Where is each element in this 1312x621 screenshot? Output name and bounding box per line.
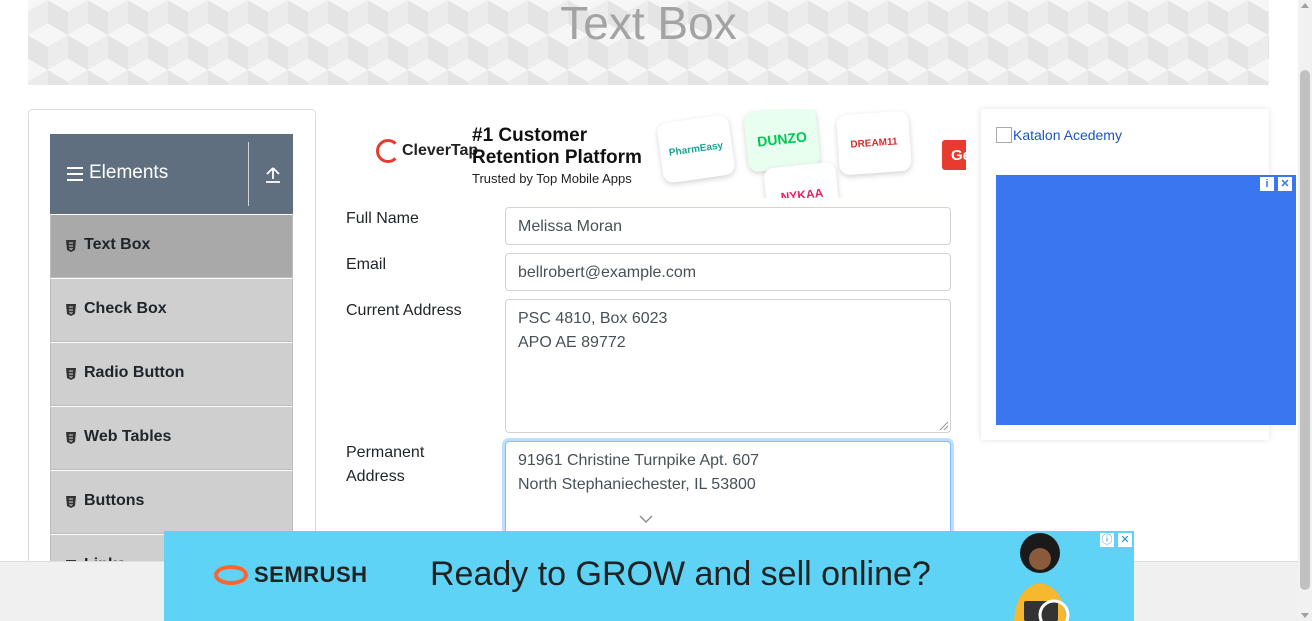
sidebar-item-check-box[interactable]: Check Box [50, 278, 293, 342]
sidebar-menu: Text Box Check Box Radio Button Web Tabl… [50, 214, 293, 578]
current-address-line-1: PSC 4810, Box 6023 [518, 310, 668, 327]
elements-group-header[interactable]: Elements [50, 134, 293, 214]
sidebar-item-label: Check Box [84, 300, 167, 317]
semrush-ad-banner[interactable]: SEMRUSH Ready to GROW and sell online? ⓘ… [164, 531, 1134, 621]
header-divider [248, 142, 249, 206]
semrush-logo: SEMRUSH [214, 562, 368, 588]
permanent-address-line-2: North Stephaniechester, IL 53800 [518, 476, 756, 493]
full-name-input[interactable]: Melissa Moran [505, 207, 951, 245]
sidebar-item-buttons[interactable]: Buttons [50, 470, 293, 534]
blue-ad-slot[interactable]: i ✕ [996, 175, 1296, 425]
page: Text Box Elements Text Box Check Box Rad… [0, 0, 1312, 621]
semrush-flame-icon [214, 565, 248, 585]
clevertap-logo: CleverTap [376, 139, 478, 163]
pharmeasy-tile: PharmEasy [656, 114, 736, 184]
sidebar-item-label: Text Box [84, 236, 151, 253]
clevertap-c-icon [376, 139, 400, 163]
email-label: Email [346, 256, 387, 273]
html5-shield-icon [66, 304, 76, 316]
permanent-address-label: Permanent Address [346, 444, 425, 485]
ad-close-icon[interactable]: ✕ [1118, 533, 1132, 547]
ad-subline: Trusted by Top Mobile Apps [472, 171, 632, 186]
html5-shield-icon [66, 368, 76, 380]
clevertap-ad-banner[interactable]: CleverTap #1 Customer Retention Platform… [346, 109, 966, 198]
sidebar-item-web-tables[interactable]: Web Tables [50, 406, 293, 470]
chevron-down-icon[interactable] [638, 513, 654, 525]
ad-info-icon[interactable]: ⓘ [1100, 533, 1114, 547]
sidebar-item-text-box[interactable]: Text Box [50, 214, 293, 278]
page-scrollbar[interactable] [1298, 0, 1312, 621]
collapse-arrow-up-icon[interactable] [264, 166, 282, 184]
current-address-label: Current Address [346, 302, 462, 319]
person-illustration-icon [1014, 533, 1070, 621]
header-banner: Text Box [28, 0, 1269, 85]
scroll-up-icon[interactable] [1301, 3, 1309, 8]
sidebar: Elements Text Box Check Box Radio Button… [28, 109, 316, 579]
ad-headline: #1 Customer Retention Platform [472, 125, 642, 168]
broken-image-icon [996, 127, 1012, 143]
ad-close-icon[interactable]: ✕ [1278, 177, 1292, 191]
current-address-textarea[interactable]: PSC 4810, Box 6023 APO AE 89772 [505, 299, 951, 433]
scroll-thumb[interactable] [1300, 70, 1310, 590]
sidebar-item-label: Web Tables [84, 428, 172, 445]
nykaa-tile: NYKAA [763, 161, 841, 198]
right-ad-panel: Katalon Acedemy i ✕ [981, 109, 1296, 440]
sidebar-item-label: Radio Button [84, 364, 185, 381]
permanent-address-line-1: 91961 Christine Turnpike Apt. 607 [518, 452, 760, 469]
sidebar-item-label: Buttons [84, 492, 145, 509]
group-title: Elements [89, 162, 169, 183]
ad-info-icon[interactable]: i [1260, 177, 1274, 191]
sidebar-item-radio-button[interactable]: Radio Button [50, 342, 293, 406]
ad-get-button[interactable]: Get [942, 140, 966, 170]
current-address-line-2: APO AE 89772 [518, 334, 626, 351]
permanent-address-textarea[interactable]: 91961 Christine Turnpike Apt. 607 North … [505, 441, 951, 541]
katalon-ad-image[interactable]: Katalon Acedemy [996, 127, 1122, 143]
hamburger-icon [67, 167, 83, 181]
page-title: Text Box [560, 0, 737, 49]
scroll-down-icon[interactable] [1301, 613, 1309, 618]
resize-handle-icon[interactable] [940, 422, 948, 430]
full-name-label: Full Name [346, 210, 419, 227]
email-input[interactable]: bellrobert@example.com [505, 253, 951, 291]
html5-shield-icon [66, 240, 76, 252]
html5-shield-icon [66, 496, 76, 508]
html5-shield-icon [66, 432, 76, 444]
ad-tagline: Ready to GROW and sell online? [430, 555, 931, 593]
dream11-tile: DREAM11 [835, 110, 913, 176]
